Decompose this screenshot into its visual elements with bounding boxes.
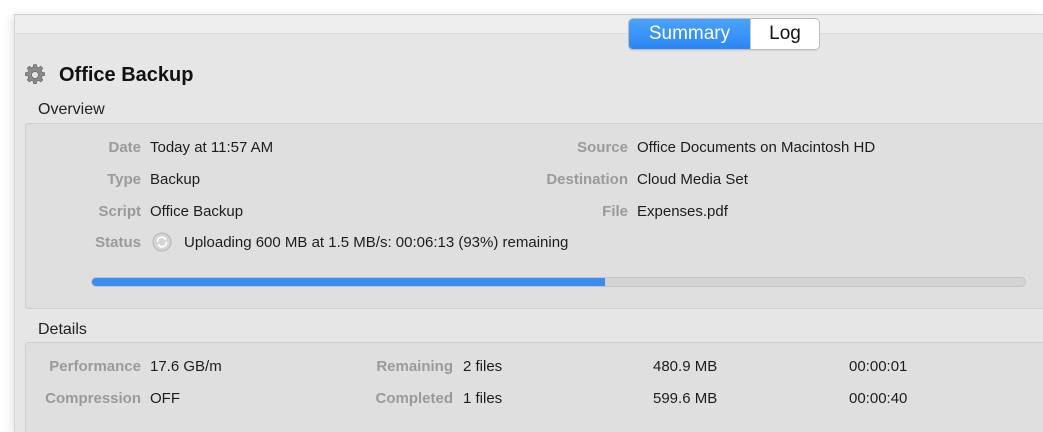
upload-progress-fill	[92, 278, 606, 286]
page-title: Office Backup	[59, 63, 194, 86]
source-value: Office Documents on Macintosh HD	[637, 139, 876, 156]
script-value: Office Backup	[150, 203, 244, 220]
details-panel	[25, 342, 1043, 432]
view-segmented-control: Summary Log	[628, 18, 820, 50]
overview-heading: Overview	[38, 101, 105, 118]
tab-log[interactable]: Log	[750, 19, 819, 49]
completed-size: 599.6 MB	[653, 390, 718, 407]
tab-summary[interactable]: Summary	[629, 19, 750, 49]
remaining-files: 2 files	[463, 358, 503, 375]
top-strip	[15, 15, 1043, 34]
compression-value: OFF	[150, 390, 180, 407]
details-heading: Details	[38, 321, 87, 338]
status-label: Status	[95, 233, 141, 251]
status-value: Uploading 600 MB at 1.5 MB/s: 00:06:13 (…	[184, 233, 569, 251]
file-value: Expenses.pdf	[637, 203, 728, 220]
script-label: Script	[98, 203, 141, 220]
file-label: File	[602, 203, 628, 220]
remaining-time: 00:00:01	[849, 358, 908, 375]
completed-label: Completed	[375, 390, 453, 407]
destination-value: Cloud Media Set	[637, 171, 748, 188]
upload-progress-bar	[91, 277, 1026, 287]
gear-icon	[25, 64, 45, 84]
remaining-size: 480.9 MB	[653, 358, 718, 375]
performance-value: 17.6 GB/m	[150, 358, 222, 375]
backup-window: Summary Log Office Backup Overview Date …	[14, 14, 1043, 432]
completed-time: 00:00:40	[849, 390, 908, 407]
date-value: Today at 11:57 AM	[150, 139, 274, 156]
type-label: Type	[107, 171, 141, 188]
title-row: Office Backup	[23, 63, 193, 87]
compression-label: Compression	[45, 390, 141, 407]
source-label: Source	[577, 139, 628, 156]
sync-icon	[152, 232, 172, 252]
date-label: Date	[108, 139, 141, 156]
remaining-label: Remaining	[376, 358, 453, 375]
completed-files: 1 files	[463, 390, 503, 407]
destination-label: Destination	[546, 171, 628, 188]
type-value: Backup	[150, 171, 201, 188]
performance-label: Performance	[49, 358, 141, 375]
